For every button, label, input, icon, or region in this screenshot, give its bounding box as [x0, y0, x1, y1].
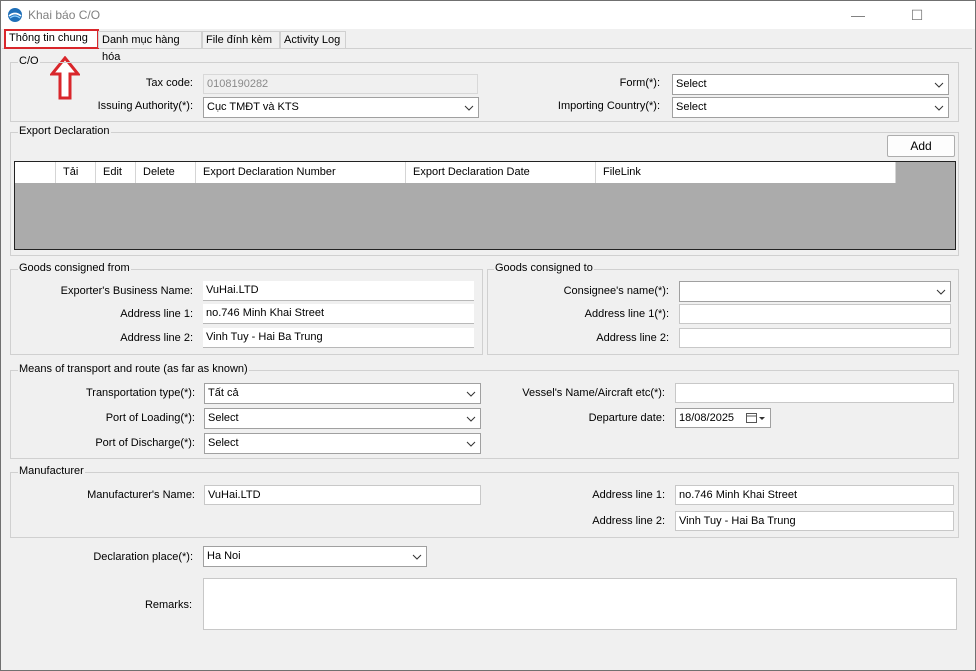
- port-loading-label: Port of Loading(*):: [105, 412, 195, 424]
- manufacturer-title: Manufacturer: [18, 465, 85, 477]
- vessel-name-field[interactable]: [675, 383, 954, 403]
- tab-activity-log[interactable]: Activity Log: [280, 31, 346, 48]
- manufacturer-name-field[interactable]: VuHai.LTD: [204, 485, 481, 505]
- declaration-place-value: Ha Noi: [207, 550, 241, 562]
- manufacturer-address2-field[interactable]: Vinh Tuy - Hai Ba Trung: [675, 511, 954, 531]
- grid-column-header[interactable]: [15, 162, 56, 183]
- manufacturer-address2-label: Address line 2:: [592, 515, 665, 527]
- importing-country-select[interactable]: Select: [672, 97, 949, 118]
- chevron-down-icon: [936, 282, 946, 301]
- departure-date-value: 18/08/2025: [679, 412, 735, 424]
- window-title: Khai báo C/O: [28, 8, 101, 22]
- tab-label: Danh mục hàng hóa: [102, 34, 180, 63]
- consignee-address2-field[interactable]: [679, 328, 951, 348]
- tab-label: Activity Log: [284, 34, 341, 46]
- issuing-authority-value: Cục TMĐT và KTS: [207, 101, 299, 113]
- remarks-label: Remarks:: [144, 599, 192, 611]
- manufacturer-name-label: Manufacturer's Name:: [87, 489, 195, 501]
- port-discharge-value: Select: [208, 437, 239, 449]
- consignee-name-label: Consignee's name(*):: [563, 285, 669, 297]
- issuing-authority-select[interactable]: Cục TMĐT và KTS: [203, 97, 479, 118]
- maximize-button[interactable]: ☐: [894, 1, 940, 29]
- tab-attachments[interactable]: File đính kèm: [202, 31, 280, 48]
- title-bar: Khai báo C/O — ☐ ✕: [1, 1, 975, 29]
- app-logo-icon: [8, 8, 22, 22]
- transport-type-select[interactable]: Tất cả: [204, 383, 481, 404]
- port-discharge-select[interactable]: Select: [204, 433, 481, 454]
- grid-column-header[interactable]: Tải: [56, 162, 96, 183]
- tab-general-info[interactable]: Thông tin chung: [4, 29, 99, 49]
- co-group-title: C/O: [18, 55, 40, 67]
- tax-code-field[interactable]: 0108190282: [203, 74, 478, 94]
- manufacturer-address1-label: Address line 1:: [592, 489, 665, 501]
- departure-date-label: Departure date:: [588, 412, 665, 424]
- vessel-name-label: Vessel's Name/Aircraft etc(*):: [522, 387, 665, 399]
- departure-date-picker[interactable]: 18/08/2025: [675, 408, 771, 428]
- chevron-down-icon: [412, 547, 422, 566]
- goods-to-title: Goods consigned to: [494, 262, 594, 274]
- port-loading-select[interactable]: Select: [204, 408, 481, 429]
- export-declaration-title: Export Declaration: [18, 125, 111, 137]
- exporter-name-field[interactable]: VuHai.LTD: [203, 281, 474, 301]
- port-discharge-label: Port of Discharge(*):: [95, 437, 195, 449]
- declaration-place-label: Declaration place(*):: [93, 551, 193, 563]
- declaration-place-select[interactable]: Ha Noi: [203, 546, 427, 567]
- tab-goods-list[interactable]: Danh mục hàng hóa: [98, 31, 202, 63]
- export-declaration-grid[interactable]: Tải Edit Delete Export Declaration Numbe…: [14, 161, 956, 250]
- tab-label: File đính kèm: [206, 34, 273, 46]
- tax-code-label: Tax code:: [145, 77, 193, 89]
- consignee-name-select[interactable]: [679, 281, 951, 302]
- exporter-name-label: Exporter's Business Name:: [60, 285, 193, 297]
- grid-header: Tải Edit Delete Export Declaration Numbe…: [15, 162, 896, 183]
- form-value: Select: [676, 78, 707, 90]
- maximize-icon: ☐: [910, 6, 924, 23]
- exporter-address1-field[interactable]: no.746 Minh Khai Street: [203, 304, 474, 324]
- importing-country-label: Importing Country(*):: [557, 100, 660, 112]
- consignee-address1-field[interactable]: [679, 304, 951, 324]
- add-export-declaration-button[interactable]: Add: [887, 135, 955, 157]
- consignee-address1-label: Address line 1(*):: [584, 308, 669, 320]
- chevron-down-icon: [934, 98, 944, 117]
- consignee-address2-label: Address line 2:: [596, 332, 669, 344]
- issuing-authority-label: Issuing Authority(*):: [97, 100, 193, 112]
- grid-column-header[interactable]: Export Declaration Date: [406, 162, 596, 183]
- chevron-down-icon: [466, 384, 476, 403]
- remarks-textarea[interactable]: [203, 578, 957, 630]
- transport-type-value: Tất cả: [208, 387, 239, 399]
- manufacturer-address1-field[interactable]: no.746 Minh Khai Street: [675, 485, 954, 505]
- minimize-button[interactable]: —: [835, 1, 881, 29]
- grid-column-header[interactable]: FileLink: [596, 162, 896, 183]
- transport-title: Means of transport and route (as far as …: [18, 363, 249, 375]
- transport-type-label: Transportation type(*):: [85, 387, 195, 399]
- exporter-address2-field[interactable]: Vinh Tuy - Hai Ba Trung: [203, 328, 474, 348]
- chevron-down-icon: [466, 409, 476, 428]
- chevron-down-icon: [464, 98, 474, 117]
- grid-column-header[interactable]: Delete: [136, 162, 196, 183]
- port-loading-value: Select: [208, 412, 239, 424]
- exporter-address1-label: Address line 1:: [120, 308, 193, 320]
- goods-from-title: Goods consigned from: [18, 262, 131, 274]
- chevron-down-icon: [934, 75, 944, 94]
- form-label: Form(*):: [619, 77, 660, 89]
- grid-column-header[interactable]: Edit: [96, 162, 136, 183]
- importing-country-value: Select: [676, 101, 707, 113]
- form-select[interactable]: Select: [672, 74, 949, 95]
- chevron-down-icon: [466, 434, 476, 453]
- tab-label: Thông tin chung: [9, 32, 88, 44]
- exporter-address2-label: Address line 2:: [120, 332, 193, 344]
- grid-column-header[interactable]: Export Declaration Number: [196, 162, 406, 183]
- minimize-icon: —: [851, 7, 865, 23]
- calendar-icon: [746, 413, 765, 423]
